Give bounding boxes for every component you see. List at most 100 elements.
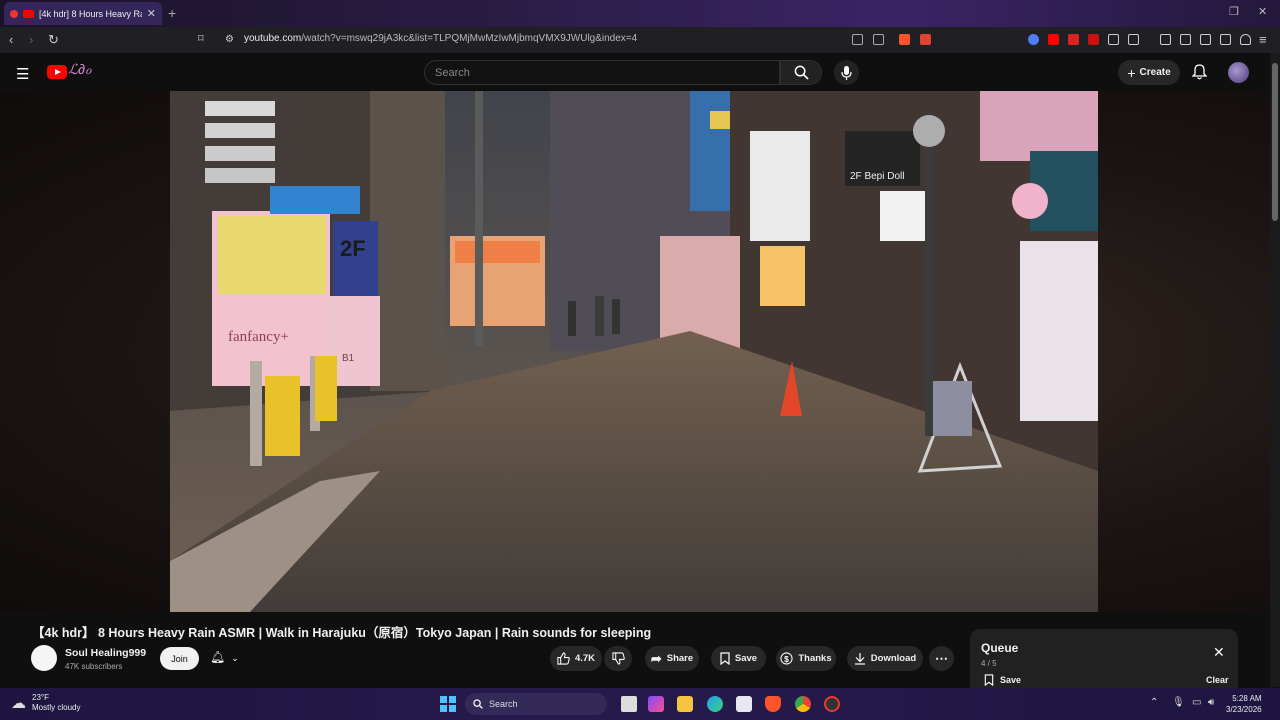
weather-condition: Mostly cloudy: [32, 703, 81, 712]
url-path: /watch?v=mswq29jA3kc&list=TLPQMjMwMzIwMj…: [301, 33, 638, 44]
browser-menu-icon[interactable]: ≡: [1259, 32, 1267, 47]
more-actions-button[interactable]: ⋯: [929, 646, 954, 671]
tray-overflow-icon[interactable]: ⌃: [1150, 697, 1158, 708]
search-button[interactable]: [780, 60, 822, 85]
channel-name[interactable]: Soul Healing999: [65, 647, 146, 659]
new-tab-button[interactable]: +: [168, 5, 176, 21]
page-scrollbar[interactable]: [1270, 53, 1280, 687]
brave-icon[interactable]: [765, 696, 781, 712]
share-label: Share: [666, 653, 694, 664]
back-icon[interactable]: ‹: [9, 32, 13, 47]
vpn-shield-icon[interactable]: [1240, 34, 1251, 45]
svg-text:$: $: [785, 654, 790, 664]
search-input[interactable]: Search: [424, 60, 780, 85]
browser-tab-bar: [4k hdr] 8 Hours Heavy Rain ✕ + ❐ ✕: [0, 0, 1280, 27]
notifications-button[interactable]: [1192, 64, 1207, 80]
brave-shield-icon[interactable]: [899, 34, 910, 45]
chevron-down-icon: ⌄: [231, 653, 239, 663]
reload-icon[interactable]: ↻: [48, 32, 59, 48]
search-icon: [794, 65, 809, 80]
thanks-button[interactable]: $ Thanks: [776, 646, 836, 671]
youtube-extension-icon[interactable]: [1048, 34, 1059, 45]
weather-widget[interactable]: ☁ 23°F Mostly cloudy: [11, 693, 80, 713]
queue-save-button[interactable]: Save: [984, 674, 1021, 686]
puzzle-icon[interactable]: [1108, 34, 1119, 45]
share-icon: ➦: [650, 650, 662, 666]
file-explorer-icon[interactable]: [677, 696, 693, 712]
screenshot-icon[interactable]: [1128, 34, 1139, 45]
queue-count: 4 / 5: [981, 659, 997, 668]
extension-icon[interactable]: [1088, 34, 1099, 45]
task-view-icon[interactable]: [621, 696, 637, 712]
volume-icon[interactable]: 🔊︎: [1208, 697, 1214, 708]
like-button[interactable]: 4.7K: [550, 646, 602, 671]
rainy-street-scene: 2F fanfancy+ B1 2F Bepi Doll: [170, 91, 1098, 612]
close-window-icon[interactable]: ✕: [1258, 5, 1267, 18]
leo-ai-icon[interactable]: [1220, 34, 1231, 45]
wallet-icon[interactable]: [1200, 34, 1211, 45]
queue-panel: Queue 4 / 5 ✕ Save Clear: [970, 629, 1238, 689]
clock-time: 5:28 AM: [1232, 694, 1262, 703]
windows-taskbar: ☁ 23°F Mostly cloudy Search ⌃ 🎙︎ ▭ 🔊︎ 5:…: [0, 688, 1280, 720]
queue-save-label: Save: [1000, 675, 1022, 685]
weather-cloud-icon: ☁: [11, 695, 26, 712]
thumbs-down-icon: [611, 652, 625, 665]
download-button[interactable]: Download: [847, 646, 923, 671]
extension-icon[interactable]: [1068, 34, 1079, 45]
youtube-favicon-icon: [23, 9, 34, 18]
close-queue-icon[interactable]: ✕: [1213, 644, 1225, 661]
save-button[interactable]: Save: [711, 646, 766, 671]
sidebar-icon[interactable]: [1180, 34, 1191, 45]
youtube-doodle-logo[interactable]: ℒ∂ℴ: [68, 61, 91, 78]
bookmark-icon: [984, 674, 994, 686]
menu-icon[interactable]: ☰: [16, 65, 29, 83]
url-domain: youtube.com: [244, 33, 302, 44]
copilot-icon[interactable]: [648, 696, 664, 712]
queue-clear-button[interactable]: Clear: [1206, 675, 1229, 685]
bookmark-icon[interactable]: ⌑: [198, 32, 204, 45]
notification-settings-button[interactable]: 🔔︎ ⌄: [210, 650, 239, 664]
url-field[interactable]: youtube.com/watch?v=mswq29jA3kc&list=TLP…: [244, 33, 637, 44]
network-icon[interactable]: ▭: [1192, 697, 1201, 708]
recorder-icon[interactable]: [824, 696, 840, 712]
voice-search-button[interactable]: [834, 60, 859, 85]
edge-icon[interactable]: [707, 696, 723, 712]
youtube-header: ☰ ℒ∂ℴ Search + Create: [0, 53, 1280, 91]
bell-icon: [1192, 64, 1207, 80]
create-button[interactable]: + Create: [1118, 60, 1180, 85]
start-button[interactable]: [440, 696, 456, 712]
browser-tab[interactable]: [4k hdr] 8 Hours Heavy Rain ✕: [4, 2, 162, 25]
scrollbar-thumb[interactable]: [1272, 63, 1278, 221]
chrome-icon[interactable]: [795, 696, 811, 712]
music-icon[interactable]: [1160, 34, 1171, 45]
taskbar-search[interactable]: Search: [465, 693, 607, 715]
system-clock[interactable]: 5:28 AM 3/23/2026: [1226, 693, 1262, 715]
avatar[interactable]: [1228, 62, 1249, 83]
rewards-icon[interactable]: [920, 34, 931, 45]
forward-icon[interactable]: ›: [29, 32, 33, 47]
extension-icon[interactable]: [1028, 34, 1039, 45]
create-label: Create: [1139, 67, 1171, 78]
microphone-tray-icon[interactable]: 🎙︎: [1172, 697, 1185, 708]
share-button[interactable]: ➦ Share: [645, 646, 699, 671]
share-page-icon[interactable]: [873, 34, 884, 45]
store-icon[interactable]: [736, 696, 752, 712]
tab-close-button[interactable]: ✕: [147, 7, 156, 20]
recording-icon: [10, 9, 18, 18]
dislike-button[interactable]: [604, 646, 632, 671]
youtube-logo[interactable]: [47, 65, 67, 79]
download-label: Download: [870, 653, 917, 664]
clock-date: 3/23/2026: [1226, 705, 1262, 714]
video-frame[interactable]: 2F fanfancy+ B1 2F Bepi Doll: [170, 91, 1098, 612]
join-button[interactable]: Join: [160, 647, 199, 670]
video-player[interactable]: 2F fanfancy+ B1 2F Bepi Doll: [0, 91, 1270, 612]
like-count: 4.7K: [574, 653, 596, 664]
restore-window-icon[interactable]: ❐: [1229, 5, 1239, 18]
plus-icon: +: [1127, 64, 1136, 81]
site-settings-icon[interactable]: ⚙: [225, 34, 234, 45]
cast-icon[interactable]: [852, 34, 863, 45]
download-icon: [854, 653, 865, 665]
thumbs-up-icon: [557, 652, 570, 665]
bell-icon: 🔔︎: [210, 650, 226, 664]
channel-avatar[interactable]: [31, 645, 57, 671]
